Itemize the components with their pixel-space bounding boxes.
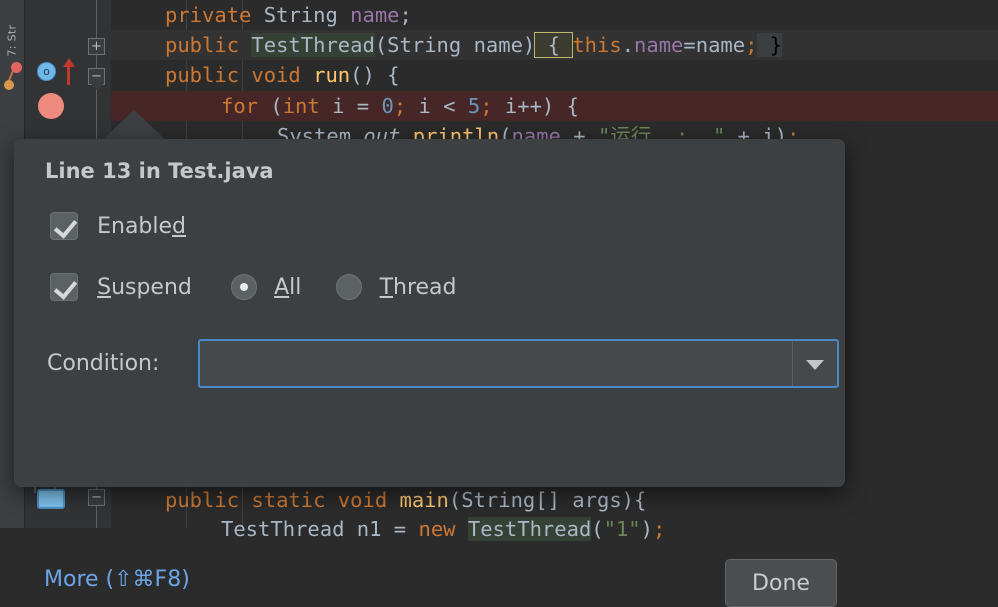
- condition-label: Condition:: [47, 351, 160, 376]
- done-button[interactable]: Done: [725, 559, 837, 607]
- code-token: (: [591, 517, 604, 541]
- code-token: int: [282, 94, 333, 118]
- fold-collapse-icon-2[interactable]: −: [88, 489, 105, 506]
- code-token: i =: [332, 94, 382, 118]
- suspend-row[interactable]: Suspend All Thread: [50, 273, 487, 301]
- code-token: public void: [165, 63, 314, 87]
- override-marker-icon[interactable]: o: [37, 62, 56, 81]
- code-token: (String[] args){: [448, 488, 647, 512]
- radio-thread[interactable]: [336, 274, 363, 300]
- suspend-checkbox[interactable]: [50, 273, 78, 301]
- code-token: ;: [653, 517, 666, 541]
- radio-all[interactable]: [230, 274, 257, 300]
- line-constructor[interactable]: public TestThread(String name) { this.na…: [165, 30, 783, 60]
- code-token: run: [313, 63, 351, 87]
- suspend-policy-radio-group[interactable]: All Thread: [230, 274, 487, 300]
- run-class-icon[interactable]: [37, 489, 65, 509]
- overridden-method-arrow-icon[interactable]: [63, 58, 75, 67]
- code-token: =name: [683, 33, 746, 57]
- enabled-label: Enabled: [97, 214, 186, 239]
- code-token: name: [350, 3, 400, 27]
- popup-title: Line 13 in Test.java: [45, 159, 274, 183]
- more-link[interactable]: More (⇧⌘F8): [44, 567, 190, 592]
- code-token: {: [534, 32, 574, 58]
- code-token: TestThread: [251, 33, 375, 57]
- tool-window-label[interactable]: 7: Str: [6, 1, 19, 57]
- radio-all-text: ll: [289, 274, 302, 300]
- code-token: String: [263, 3, 351, 27]
- suspend-label-mnemonic: S: [97, 274, 112, 300]
- condition-input[interactable]: [200, 341, 795, 386]
- line-run-method[interactable]: public void run() {: [165, 60, 400, 90]
- code-token: (: [270, 94, 283, 118]
- radio-thread-mnemonic: T: [379, 274, 394, 300]
- radio-thread-label: Thread: [380, 275, 457, 300]
- code-token: public static void: [165, 488, 400, 512]
- enabled-checkbox-row[interactable]: Enabled: [50, 212, 186, 240]
- fold-collapse-icon[interactable]: −: [88, 68, 105, 85]
- code-token: main: [399, 488, 449, 512]
- code-token: () {: [350, 63, 400, 87]
- code-token: for: [221, 94, 271, 118]
- code-token: i++) {: [504, 94, 579, 118]
- code-token: ): [640, 517, 653, 541]
- code-token: 5: [467, 94, 481, 118]
- radio-thread-text: hread: [393, 274, 457, 300]
- overridden-method-arrow-stem: [67, 65, 70, 85]
- radio-all-label: All: [274, 275, 301, 300]
- line-private-name[interactable]: private String name;: [165, 0, 412, 30]
- enabled-checkbox[interactable]: [50, 212, 78, 240]
- code-token: new: [418, 517, 468, 541]
- code-token: .: [621, 33, 635, 57]
- breakpoint-icon[interactable]: [38, 93, 64, 119]
- suspend-label-text: uspend: [111, 274, 192, 300]
- code-token: this: [572, 33, 622, 57]
- condition-row: Condition:: [47, 339, 840, 388]
- breakpoint-properties-popup: Line 13 in Test.java Enabled Suspend All…: [14, 139, 845, 607]
- condition-combobox[interactable]: [198, 339, 840, 388]
- chevron-down-icon[interactable]: [792, 341, 837, 386]
- enabled-label-mnemonic: d: [172, 213, 186, 239]
- code-token: public: [165, 33, 252, 57]
- line-main[interactable]: public static void main(String[] args){: [165, 485, 646, 515]
- code-token: i <: [418, 94, 468, 118]
- fold-expand-icon[interactable]: +: [88, 38, 105, 55]
- code-token: 0: [381, 94, 394, 118]
- thread-graph-icon: [4, 62, 24, 96]
- enabled-label-text: Enable: [97, 213, 173, 239]
- suspend-label: Suspend: [97, 275, 192, 300]
- code-token: TestThread: [467, 517, 592, 541]
- code-token: name: [634, 33, 684, 57]
- code-token: ;: [480, 94, 505, 118]
- line-for-loop[interactable]: for (int i = 0; i < 5; i++) {: [221, 91, 579, 121]
- code-token: TestThread n1 =: [221, 517, 419, 541]
- line-newthread[interactable]: TestThread n1 = new TestThread("1");: [221, 514, 665, 544]
- code-token: private: [165, 3, 264, 27]
- code-token: ;: [393, 94, 419, 118]
- code-token: "1": [603, 517, 641, 541]
- code-token: (String name): [374, 33, 536, 57]
- code-token: ;: [745, 33, 758, 57]
- code-token: ;: [399, 3, 412, 27]
- code-token: }: [757, 33, 783, 57]
- radio-all-mnemonic: A: [274, 274, 290, 300]
